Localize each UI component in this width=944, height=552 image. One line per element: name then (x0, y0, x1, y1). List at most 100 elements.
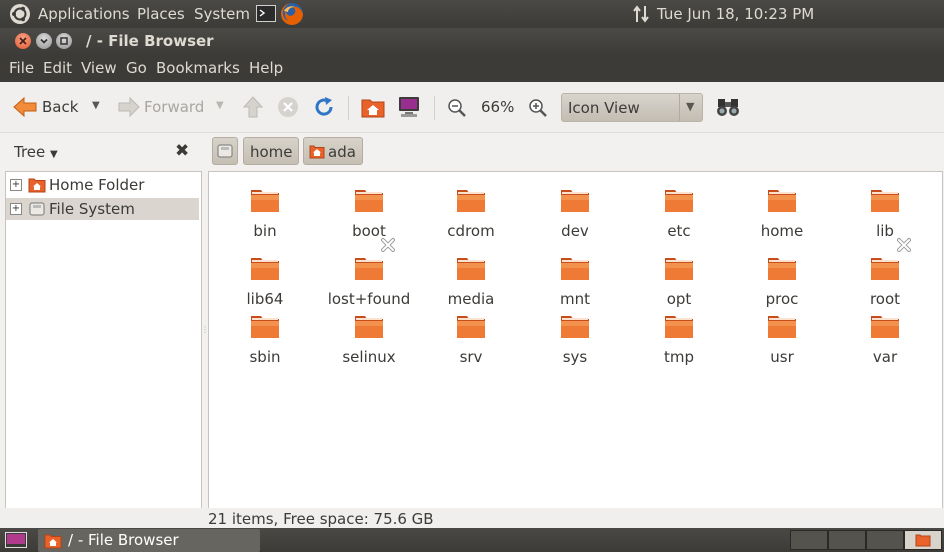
folder-icon (561, 190, 589, 212)
back-button[interactable]: Back (12, 94, 82, 120)
forward-history-dropdown[interactable]: ▼ (216, 100, 224, 111)
tree-item-home-folder[interactable]: + Home Folder (6, 174, 199, 196)
file-item-label: dev (561, 222, 589, 240)
file-item[interactable]: lost+found (321, 238, 417, 312)
folder-icon (457, 258, 485, 280)
ubuntu-logo-icon[interactable] (9, 3, 31, 25)
folder-icon (251, 258, 279, 280)
zoom-level[interactable]: 66% (481, 98, 514, 116)
back-arrow-icon (13, 96, 37, 118)
menu-file[interactable]: File (9, 59, 34, 77)
file-item-label: media (447, 290, 495, 308)
close-window-button[interactable] (15, 33, 31, 49)
zoom-out-icon[interactable] (447, 98, 467, 118)
file-item[interactable]: sbin (217, 310, 313, 370)
file-item[interactable]: opt (631, 252, 727, 312)
menu-applications[interactable]: Applications (38, 5, 130, 23)
file-item[interactable]: lib (837, 184, 933, 244)
file-item[interactable]: srv (423, 310, 519, 370)
forward-button[interactable]: Forward (117, 94, 209, 120)
workspace-2[interactable] (828, 530, 866, 550)
computer-icon[interactable] (397, 95, 421, 119)
menu-places[interactable]: Places (137, 5, 185, 23)
firefox-icon[interactable] (280, 2, 304, 26)
file-item-label: mnt (560, 290, 590, 308)
crumb-home[interactable]: home (243, 137, 299, 165)
taskbar-item-file-browser[interactable]: / - File Browser (38, 529, 260, 552)
file-item-label: root (869, 290, 901, 308)
tree-item-file-system[interactable]: + File System (6, 198, 199, 220)
view-mode-select[interactable]: Icon View ▼ (561, 93, 703, 122)
zoom-in-icon[interactable] (528, 98, 548, 118)
file-item[interactable]: sys (527, 310, 623, 370)
folder-icon (457, 316, 485, 338)
file-item-label: boot (352, 222, 386, 240)
file-item[interactable]: home (734, 184, 830, 244)
window-titlebar[interactable]: / - File Browser (0, 28, 944, 55)
file-item[interactable]: etc (631, 184, 727, 244)
file-item[interactable]: proc (734, 252, 830, 312)
file-item[interactable]: selinux (321, 310, 417, 370)
close-sidebar-icon[interactable]: ✖ (175, 141, 189, 161)
sidebar-type-selector[interactable]: Tree ▼ (14, 143, 58, 161)
menu-help[interactable]: Help (249, 59, 283, 77)
expand-icon[interactable]: + (10, 203, 22, 215)
file-item[interactable]: lib64 (217, 252, 313, 312)
menu-view[interactable]: View (81, 59, 117, 77)
menu-edit[interactable]: Edit (43, 59, 72, 77)
workspace-4[interactable] (904, 530, 942, 550)
file-item-label: bin (253, 222, 277, 240)
maximize-window-button[interactable] (56, 33, 72, 49)
reload-icon[interactable] (313, 96, 335, 118)
folder-icon (355, 316, 383, 338)
workspace-3[interactable] (866, 530, 904, 550)
chevron-down-icon: ▼ (686, 100, 695, 113)
view-mode-dropdown[interactable]: ▼ (679, 94, 702, 121)
menu-system[interactable]: System (194, 5, 250, 23)
home-folder-icon[interactable] (361, 95, 385, 119)
view-mode-value: Icon View (568, 99, 640, 117)
file-item[interactable]: mnt (527, 252, 623, 312)
unreadable-emblem-icon (897, 238, 911, 252)
crumb-label: home (250, 143, 293, 161)
sidebar-tree[interactable]: + Home Folder + File System (5, 171, 202, 528)
menu-go[interactable]: Go (126, 59, 147, 77)
toolbar: Back ▼ Forward ▼ 66% Icon View ▼ (0, 82, 944, 133)
expand-icon[interactable]: + (10, 179, 22, 191)
drive-icon (29, 202, 45, 216)
crumb-root[interactable] (212, 137, 238, 165)
file-item[interactable]: usr (734, 310, 830, 370)
terminal-icon[interactable] (256, 5, 276, 22)
clock[interactable]: Tue Jun 18, 10:23 PM (657, 5, 814, 23)
crumb-ada[interactable]: ada (303, 137, 363, 165)
file-item[interactable]: bin (217, 184, 313, 244)
file-item-label: sys (562, 348, 588, 366)
file-item[interactable]: tmp (631, 310, 727, 370)
menu-bookmarks[interactable]: Bookmarks (156, 59, 240, 77)
file-item[interactable]: dev (527, 184, 623, 244)
file-item[interactable]: cdrom (423, 184, 519, 244)
file-item[interactable]: var (837, 310, 933, 370)
folder-icon (871, 190, 899, 212)
menubar: File Edit View Go Bookmarks Help (0, 55, 944, 82)
file-item[interactable]: root (837, 238, 933, 312)
folder-icon (251, 190, 279, 212)
file-icon-view[interactable]: bin boot cdrom dev etc home lib lib64 lost+found… (208, 171, 943, 509)
up-arrow-icon[interactable] (242, 95, 264, 119)
file-item[interactable]: boot (321, 184, 417, 244)
file-item-label: srv (459, 348, 483, 366)
file-item[interactable]: media (423, 252, 519, 312)
back-history-dropdown[interactable]: ▼ (92, 100, 100, 111)
file-item-label: etc (667, 222, 691, 240)
network-icon[interactable] (632, 5, 652, 23)
folder-icon (768, 316, 796, 338)
search-binoculars-icon[interactable] (716, 96, 740, 118)
file-item-label: lib (876, 222, 894, 240)
show-desktop-icon[interactable] (5, 532, 27, 548)
folder-icon (665, 316, 693, 338)
pane-splitter[interactable]: ⋮ (201, 325, 209, 339)
workspace-1[interactable] (790, 530, 828, 550)
stop-icon[interactable] (277, 96, 299, 118)
minimize-window-button[interactable] (36, 33, 52, 49)
forward-label: Forward (144, 98, 205, 116)
